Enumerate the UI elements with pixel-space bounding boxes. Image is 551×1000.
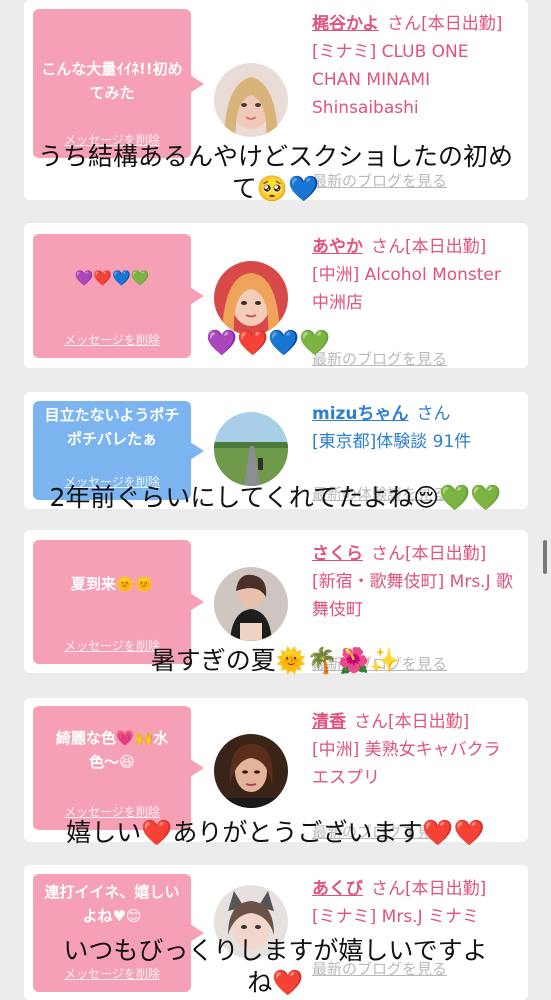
shop-name: [中洲] 美熟女キャバクラ エスプリ	[312, 740, 501, 788]
cast-status: さん[本日出勤]	[371, 237, 487, 257]
shop-name: [ミナミ] Mrs.J ミナミ	[312, 907, 480, 927]
avatar[interactable]	[214, 261, 288, 335]
message-bubble: 💜❤️💙💚 メッセージを削除	[33, 234, 204, 358]
message-text: 目立たないようポチポチバレたぁ	[44, 406, 180, 448]
cast-status: さん[本日出勤]	[387, 14, 503, 34]
message-bubble: 綺麗な色💗🙌水色〜😆 メッセージを削除	[33, 706, 204, 830]
cast-info: さくら さん[本日出勤] [新宿・歌舞伎町] Mrs.J 歌舞伎町 最新のブログを…	[312, 540, 522, 673]
shop-name: [東京都]体験談 91件	[312, 432, 472, 452]
shop-name: [中洲] Alcohol Monster 中洲店	[312, 265, 501, 313]
cast-status: さん[本日出勤]	[371, 879, 487, 899]
overlay-caption: 2年前ぐらいにしてくれてたよね😌💚💚	[49, 483, 502, 512]
message-text: 💜❤️💙💚	[74, 269, 150, 287]
message-text: こんな大量ｲｲﾈ!!初めてみた	[41, 60, 183, 102]
avatar[interactable]	[214, 734, 288, 808]
message-text: 連打イイネ、嬉しいよね♥😊	[44, 883, 180, 925]
cast-name-link[interactable]: 梶谷かよ	[312, 14, 379, 34]
overlay-caption: 暑すぎの夏🌞🌴🌺✨	[150, 646, 401, 675]
scrollbar[interactable]	[543, 540, 547, 574]
avatar[interactable]	[214, 567, 288, 641]
overlay-caption: て🥺💙	[231, 174, 320, 203]
cast-info: あくび さん[本日出勤] [ミナミ] Mrs.J ミナミ 最新のブログを見る	[312, 875, 522, 978]
cast-info: あやか さん[本日出勤] [中洲] Alcohol Monster 中洲店 最新の…	[312, 233, 522, 368]
cast-status: さん[本日出勤]	[354, 712, 470, 732]
cast-name-link[interactable]: mizuちゃん	[312, 404, 409, 424]
cast-name-link[interactable]: さくら	[312, 544, 363, 564]
latest-blog-link[interactable]: 最新のブログを見る	[312, 345, 447, 373]
cast-name-link[interactable]: 清香	[312, 712, 346, 732]
message-text: 綺麗な色💗🙌水色〜😆	[55, 729, 169, 771]
overlay-caption: いつもびっくりしますが嬉しいですよ	[63, 936, 488, 965]
message-bubble: こんな大量ｲｲﾈ!!初めてみた メッセージを削除	[33, 9, 204, 158]
message-text: 夏到来🌞🌞	[70, 575, 154, 593]
shop-name: [新宿・歌舞伎町] Mrs.J 歌舞伎町	[312, 572, 514, 620]
delete-message-link[interactable]: メッセージを削除	[33, 332, 191, 348]
cast-status: さん	[416, 404, 451, 424]
cast-info: mizuちゃん さん [東京都]体験談 91件 最新の体験談を見る	[312, 400, 522, 503]
avatar[interactable]	[214, 412, 288, 486]
avatar[interactable]	[214, 63, 288, 137]
cast-name-link[interactable]: あやか	[312, 237, 363, 257]
shop-name: [ミナミ] CLUB ONE CHAN MINAMI Shinsaibashi	[312, 42, 469, 118]
overlay-caption: ね❤️	[247, 968, 304, 997]
cast-name-link[interactable]: あくび	[312, 879, 363, 899]
cast-info: 梶谷かよ さん[本日出勤] [ミナミ] CLUB ONE CHAN MINAMI …	[312, 10, 522, 190]
cast-info: 清香 さん[本日出勤] [中洲] 美熟女キャバクラ エスプリ 最新のブログを見る	[312, 708, 522, 841]
overlay-caption: うち結構あるんやけどスクショしたの初め	[37, 142, 513, 171]
overlay-caption: 嬉しい❤️ありがとうございます❤️❤️	[66, 818, 485, 847]
overlay-emoji: 💜❤️💙💚	[206, 328, 331, 357]
cast-status: さん[本日出勤]	[371, 544, 487, 564]
